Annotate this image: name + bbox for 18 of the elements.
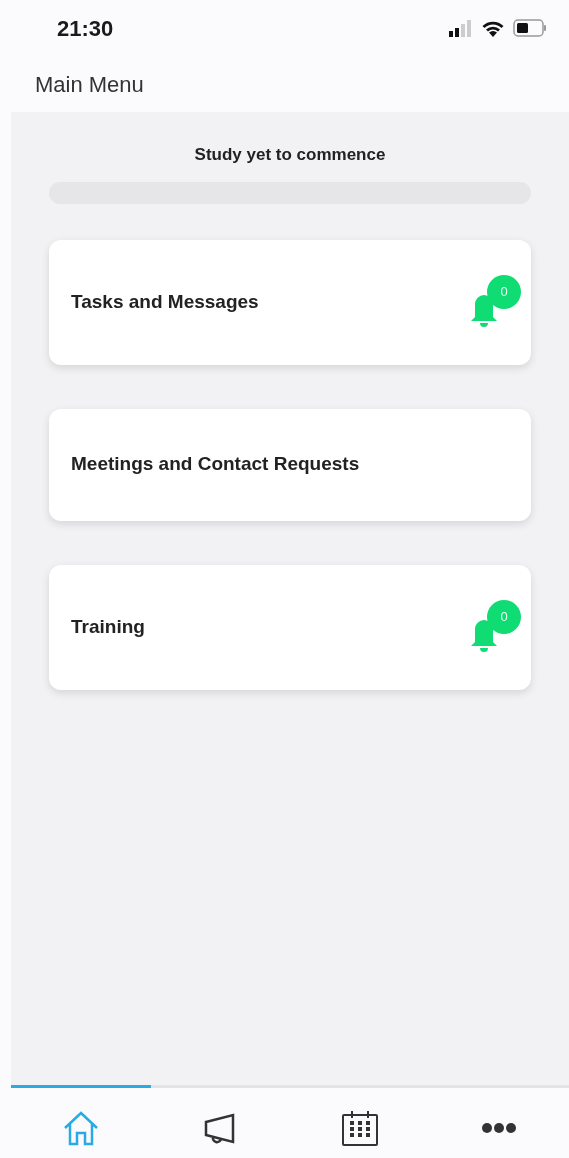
bell-icon [469,293,499,329]
wifi-icon [481,19,505,37]
badge-count: 0 [487,600,521,634]
battery-icon [513,19,547,37]
status-time: 21:30 [57,14,114,43]
page-title: Main Menu [35,70,144,99]
bell-icon [469,618,499,654]
badge-count: 0 [487,275,521,309]
signal-icon [449,19,473,37]
calendar-icon [340,1110,379,1146]
menu-card-title: Meetings and Contact Requests [71,452,360,477]
menu-card[interactable]: Training 0 [49,564,531,690]
study-status: Study yet to commence [194,144,386,166]
menu-card-title: Tasks and Messages [71,289,259,314]
menu-card[interactable]: Meetings and Contact Requests [49,408,531,521]
menu-card[interactable]: Tasks and Messages 0 [49,239,531,365]
more-icon [481,1122,518,1134]
menu-card-title: Training [71,614,145,639]
